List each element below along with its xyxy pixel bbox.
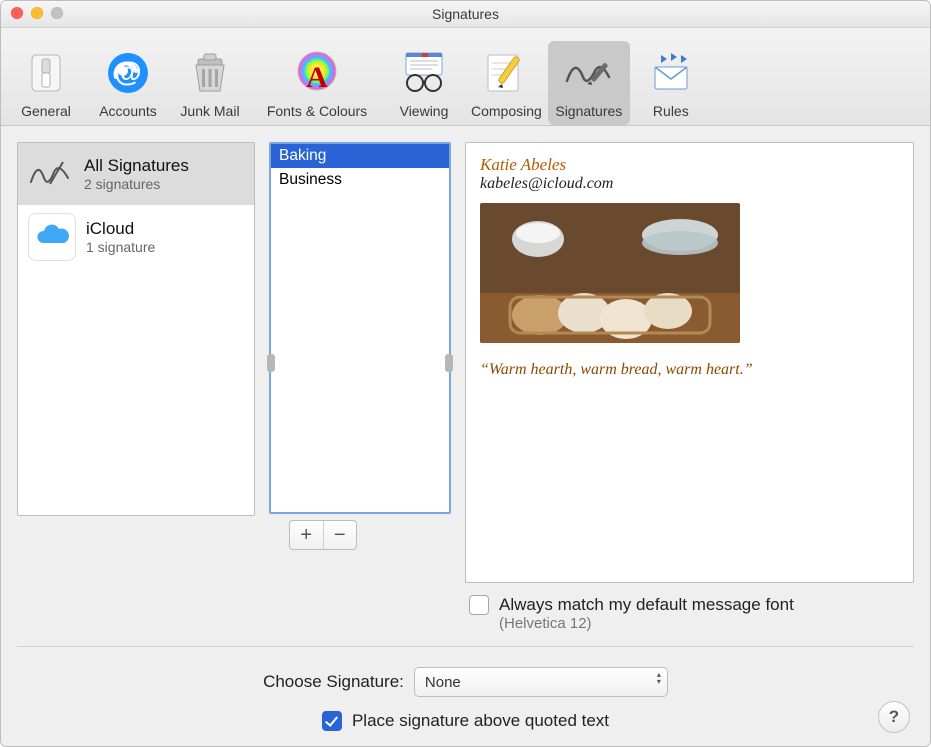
resize-handle-right[interactable]: [445, 354, 453, 372]
tab-signatures-label: Signatures: [555, 103, 622, 119]
place-above-checkbox[interactable]: [322, 711, 342, 731]
account-title: All Signatures: [84, 156, 189, 176]
tab-accounts-label: Accounts: [99, 103, 157, 119]
junk-mail-icon: [182, 45, 238, 101]
place-above-label: Place signature above quoted text: [352, 711, 609, 731]
add-signature-button[interactable]: +: [290, 521, 323, 549]
signature-email: kabeles@icloud.com: [480, 175, 899, 193]
tab-composing[interactable]: Composing: [465, 41, 548, 125]
tab-general[interactable]: General: [5, 41, 87, 125]
signature-item-business[interactable]: Business: [271, 168, 449, 192]
tab-fonts-colours[interactable]: A Fonts & Colours: [251, 41, 383, 125]
choose-signature-label: Choose Signature:: [263, 672, 404, 692]
place-above-row: Place signature above quoted text: [322, 711, 609, 731]
signature-quote: “Warm hearth, warm bread, warm heart.”: [480, 361, 899, 379]
general-icon: [18, 45, 74, 101]
signatures-column: Baking Business + −: [269, 142, 451, 646]
tab-fonts-colours-label: Fonts & Colours: [267, 103, 367, 119]
account-icloud[interactable]: iCloud 1 signature: [18, 205, 254, 269]
tab-accounts[interactable]: @ Accounts: [87, 41, 169, 125]
remove-signature-button[interactable]: −: [323, 521, 357, 549]
minimize-window-button[interactable]: [31, 7, 43, 19]
match-font-label: Always match my default message font: [499, 595, 794, 615]
tab-rules-label: Rules: [653, 103, 689, 119]
bottom-section: Choose Signature: None ▴▾ Place signatur…: [17, 646, 914, 731]
tab-junk-mail[interactable]: Junk Mail: [169, 41, 251, 125]
accounts-icon: @: [100, 45, 156, 101]
help-button[interactable]: ?: [878, 701, 910, 733]
chevron-up-down-icon: ▴▾: [657, 671, 661, 685]
composing-icon: [478, 45, 534, 101]
viewing-icon: [396, 45, 452, 101]
tab-rules[interactable]: Rules: [630, 41, 712, 125]
tab-signatures[interactable]: Signatures: [548, 41, 630, 125]
account-title: iCloud: [86, 219, 155, 239]
traffic-lights: [11, 7, 63, 19]
titlebar: Signatures: [1, 1, 930, 28]
preferences-toolbar: General @ Accounts: [1, 28, 930, 126]
choose-signature-row: Choose Signature: None ▴▾: [263, 667, 668, 697]
rules-icon: [643, 45, 699, 101]
signature-item-baking[interactable]: Baking: [271, 144, 449, 168]
match-font-sublabel: (Helvetica 12): [499, 615, 794, 632]
close-window-button[interactable]: [11, 7, 23, 19]
window-title: Signatures: [1, 6, 930, 22]
choose-signature-value: None: [425, 674, 461, 691]
account-subtitle: 1 signature: [86, 239, 155, 255]
svg-text:A: A: [306, 61, 328, 94]
top-row: All Signatures 2 signatures iCloud 1 sig…: [17, 142, 914, 646]
zoom-window-button[interactable]: [51, 7, 63, 19]
signature-name: Katie Abeles: [480, 155, 899, 175]
signatures-icon: [561, 45, 617, 101]
signature-image-placeholder: [480, 203, 740, 343]
account-all-signatures[interactable]: All Signatures 2 signatures: [18, 143, 254, 205]
match-font-checkbox[interactable]: [469, 595, 489, 615]
resize-handle-left[interactable]: [267, 354, 275, 372]
tab-viewing-label: Viewing: [400, 103, 449, 119]
icloud-icon: [28, 213, 76, 261]
preferences-window: Signatures General: [0, 0, 931, 747]
match-font-row: Always match my default message font (He…: [469, 591, 914, 646]
content-area: All Signatures 2 signatures iCloud 1 sig…: [1, 126, 930, 747]
choose-signature-popup[interactable]: None ▴▾: [414, 667, 668, 697]
tab-viewing[interactable]: Viewing: [383, 41, 465, 125]
svg-text:@: @: [114, 56, 141, 87]
tab-composing-label: Composing: [471, 103, 542, 119]
tab-general-label: General: [21, 103, 71, 119]
signatures-list: Baking Business: [269, 142, 451, 514]
account-subtitle: 2 signatures: [84, 176, 189, 192]
accounts-list: All Signatures 2 signatures iCloud 1 sig…: [17, 142, 255, 516]
add-remove-signature: + −: [289, 520, 357, 550]
fonts-colours-icon: A: [289, 45, 345, 101]
tab-junk-mail-label: Junk Mail: [180, 103, 239, 119]
signature-preview[interactable]: Katie Abeles kabeles@icloud.com: [465, 142, 914, 583]
signature-icon: [28, 151, 74, 197]
